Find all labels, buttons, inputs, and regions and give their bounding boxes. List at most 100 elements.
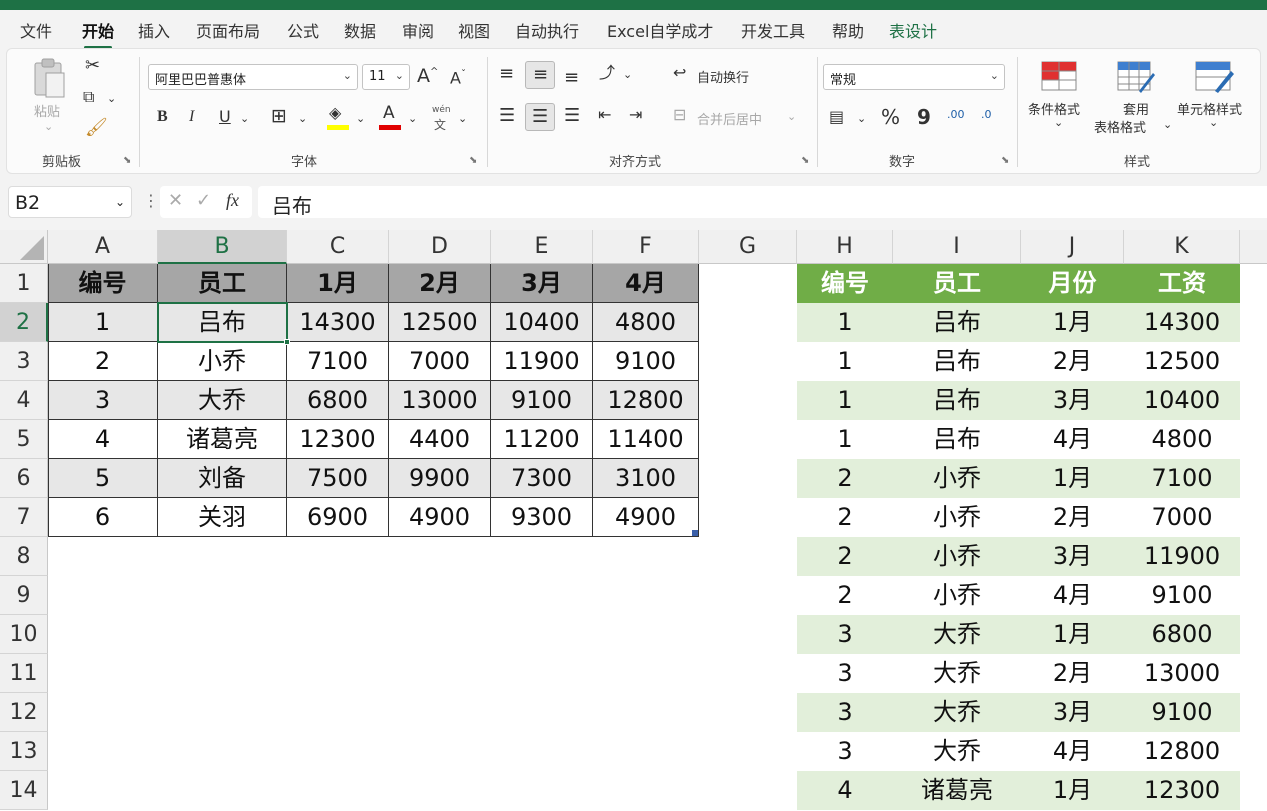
left-table-cell[interactable]: 刘备	[158, 459, 287, 498]
row-header-1[interactable]: 1	[0, 264, 48, 303]
left-table-cell[interactable]: 诸葛亮	[158, 420, 287, 459]
cancel-icon[interactable]: ✕	[168, 192, 183, 210]
name-box[interactable]: B2 ⌄	[8, 186, 132, 218]
row-header-3[interactable]: 3	[0, 342, 48, 381]
clipboard-launcher-icon[interactable]: ⬊	[123, 155, 131, 166]
font-launcher-icon[interactable]: ⬊	[469, 155, 477, 166]
right-table-header-cell[interactable]: 工资	[1124, 264, 1240, 303]
right-table-cell[interactable]: 1月	[1021, 615, 1124, 654]
row-header-5[interactable]: 5	[0, 420, 48, 459]
right-table-cell[interactable]: 3	[797, 693, 893, 732]
right-table-cell[interactable]: 11900	[1124, 537, 1240, 576]
right-table-cell[interactable]: 2月	[1021, 498, 1124, 537]
cut-icon[interactable]: ✂	[85, 57, 100, 75]
tab-page-layout[interactable]: 页面布局	[196, 18, 260, 42]
right-table-cell[interactable]: 大乔	[893, 693, 1021, 732]
merge-center-button[interactable]: ⊟ 合并后居中 ⌄	[673, 105, 803, 131]
left-table-cell[interactable]: 3100	[593, 459, 699, 498]
tab-developer[interactable]: 开发工具	[741, 18, 805, 42]
row-header-6[interactable]: 6	[0, 459, 48, 498]
right-table-cell[interactable]: 6800	[1124, 615, 1240, 654]
alignment-launcher-icon[interactable]: ⬊	[801, 155, 809, 166]
font-size-select[interactable]: 11 ⌄	[362, 64, 410, 90]
right-table-cell[interactable]: 1	[797, 381, 893, 420]
tab-automate[interactable]: 自动执行	[515, 18, 579, 42]
left-table-header-cell[interactable]: 4月	[593, 264, 699, 303]
right-table-cell[interactable]: 3月	[1021, 381, 1124, 420]
left-table-cell[interactable]: 11400	[593, 420, 699, 459]
right-table-cell[interactable]: 3	[797, 732, 893, 771]
increase-decimal-icon[interactable]: .00	[947, 109, 965, 120]
right-table-cell[interactable]: 12800	[1124, 732, 1240, 771]
right-table-cell[interactable]: 大乔	[893, 654, 1021, 693]
right-table-cell[interactable]: 大乔	[893, 732, 1021, 771]
right-table-cell[interactable]: 1月	[1021, 459, 1124, 498]
right-table-cell[interactable]: 2月	[1021, 342, 1124, 381]
right-table-cell[interactable]: 吕布	[893, 342, 1021, 381]
right-table-cell[interactable]: 1月	[1021, 771, 1124, 810]
row-header-8[interactable]: 8	[0, 537, 48, 576]
left-table-header-cell[interactable]: 3月	[491, 264, 593, 303]
row-header-10[interactable]: 10	[0, 615, 48, 654]
right-table-cell[interactable]: 1月	[1021, 303, 1124, 342]
left-table-cell[interactable]: 3	[48, 381, 158, 420]
copy-icon[interactable]: ⧉	[83, 89, 94, 105]
left-table-cell[interactable]: 关羽	[158, 498, 287, 537]
row-header-14[interactable]: 14	[0, 771, 48, 810]
wrap-text-button[interactable]: ↩ 自动换行	[673, 63, 793, 89]
column-header-d[interactable]: D	[389, 230, 491, 264]
fill-handle-icon[interactable]	[284, 339, 290, 345]
left-table-cell[interactable]: 11200	[491, 420, 593, 459]
align-right-icon[interactable]: ☰	[564, 107, 580, 125]
left-table-cell[interactable]: 7300	[491, 459, 593, 498]
row-header-2[interactable]: 2	[0, 303, 48, 342]
column-header-h[interactable]: H	[797, 230, 893, 264]
tab-view[interactable]: 视图	[458, 18, 490, 42]
format-as-table-button[interactable]: 套用 表格格式 ⌄	[1093, 57, 1177, 137]
left-table-cell[interactable]: 9300	[491, 498, 593, 537]
right-table-cell[interactable]: 3	[797, 654, 893, 693]
paste-button[interactable]	[31, 57, 67, 101]
column-header-f[interactable]: F	[593, 230, 699, 264]
left-table-cell[interactable]: 4400	[389, 420, 491, 459]
underline-dropdown-icon[interactable]: ⌄	[240, 113, 249, 124]
tab-formulas[interactable]: 公式	[287, 18, 319, 42]
left-table-cell[interactable]: 小乔	[158, 342, 287, 381]
more-options-icon[interactable]: ⋮	[143, 193, 159, 209]
left-table-header-cell[interactable]: 员工	[158, 264, 287, 303]
tab-data[interactable]: 数据	[344, 18, 376, 42]
left-table-cell[interactable]: 9100	[491, 381, 593, 420]
right-table-cell[interactable]: 4800	[1124, 420, 1240, 459]
column-header-c[interactable]: C	[287, 230, 389, 264]
left-table-cell[interactable]: 大乔	[158, 381, 287, 420]
decrease-indent-icon[interactable]: ⇤	[598, 107, 611, 123]
align-bottom-icon[interactable]: ≡	[564, 69, 579, 87]
formula-input[interactable]: 吕布	[258, 186, 1267, 218]
table-resize-handle-icon[interactable]	[692, 530, 698, 536]
left-table-cell[interactable]: 9900	[389, 459, 491, 498]
underline-icon[interactable]: U	[219, 109, 231, 125]
borders-icon[interactable]: ⊞	[271, 107, 287, 126]
left-table-cell[interactable]: 14300	[287, 303, 389, 342]
font-color-button[interactable]: A	[377, 105, 405, 131]
right-table-cell[interactable]: 2	[797, 498, 893, 537]
align-left-icon[interactable]: ☰	[499, 107, 515, 125]
right-table-header-cell[interactable]: 月份	[1021, 264, 1124, 303]
format-painter-icon[interactable]: 🖌	[85, 119, 108, 137]
percent-icon[interactable]: %	[881, 107, 900, 127]
right-table-cell[interactable]: 4月	[1021, 420, 1124, 459]
row-header-4[interactable]: 4	[0, 381, 48, 420]
decrease-decimal-icon[interactable]: .0	[981, 109, 992, 120]
align-center-button[interactable]: ☰	[525, 103, 555, 131]
number-launcher-icon[interactable]: ⬊	[1001, 155, 1009, 166]
tab-excel-self-study[interactable]: Excel自学成才	[607, 18, 713, 42]
orientation-dropdown-icon[interactable]: ⌄	[623, 69, 632, 80]
right-table-cell[interactable]: 小乔	[893, 537, 1021, 576]
bold-icon[interactable]: B	[157, 109, 168, 125]
enter-icon[interactable]: ✓	[196, 192, 211, 210]
tab-file[interactable]: 文件	[20, 18, 52, 42]
column-header-e[interactable]: E	[491, 230, 593, 264]
right-table-cell[interactable]: 小乔	[893, 576, 1021, 615]
left-table-cell[interactable]: 吕布	[158, 303, 287, 342]
phonetic-button[interactable]: wén 文	[431, 105, 453, 132]
